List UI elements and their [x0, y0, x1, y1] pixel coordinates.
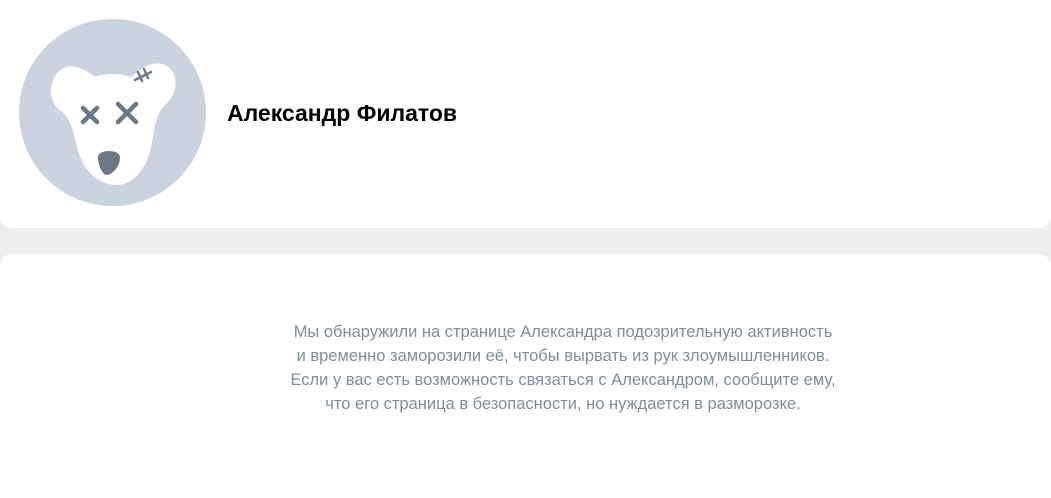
avatar[interactable]	[19, 19, 206, 206]
profile-name: Александр Филатов	[227, 100, 458, 126]
frozen-notice-text: Мы обнаружили на странице Александра под…	[290, 323, 836, 413]
frozen-notice-card: Мы обнаружили на странице Александра под…	[0, 254, 1051, 498]
frozen-dog-avatar-icon	[51, 63, 176, 185]
profile-header-card: Александр Филатов	[0, 0, 1051, 228]
